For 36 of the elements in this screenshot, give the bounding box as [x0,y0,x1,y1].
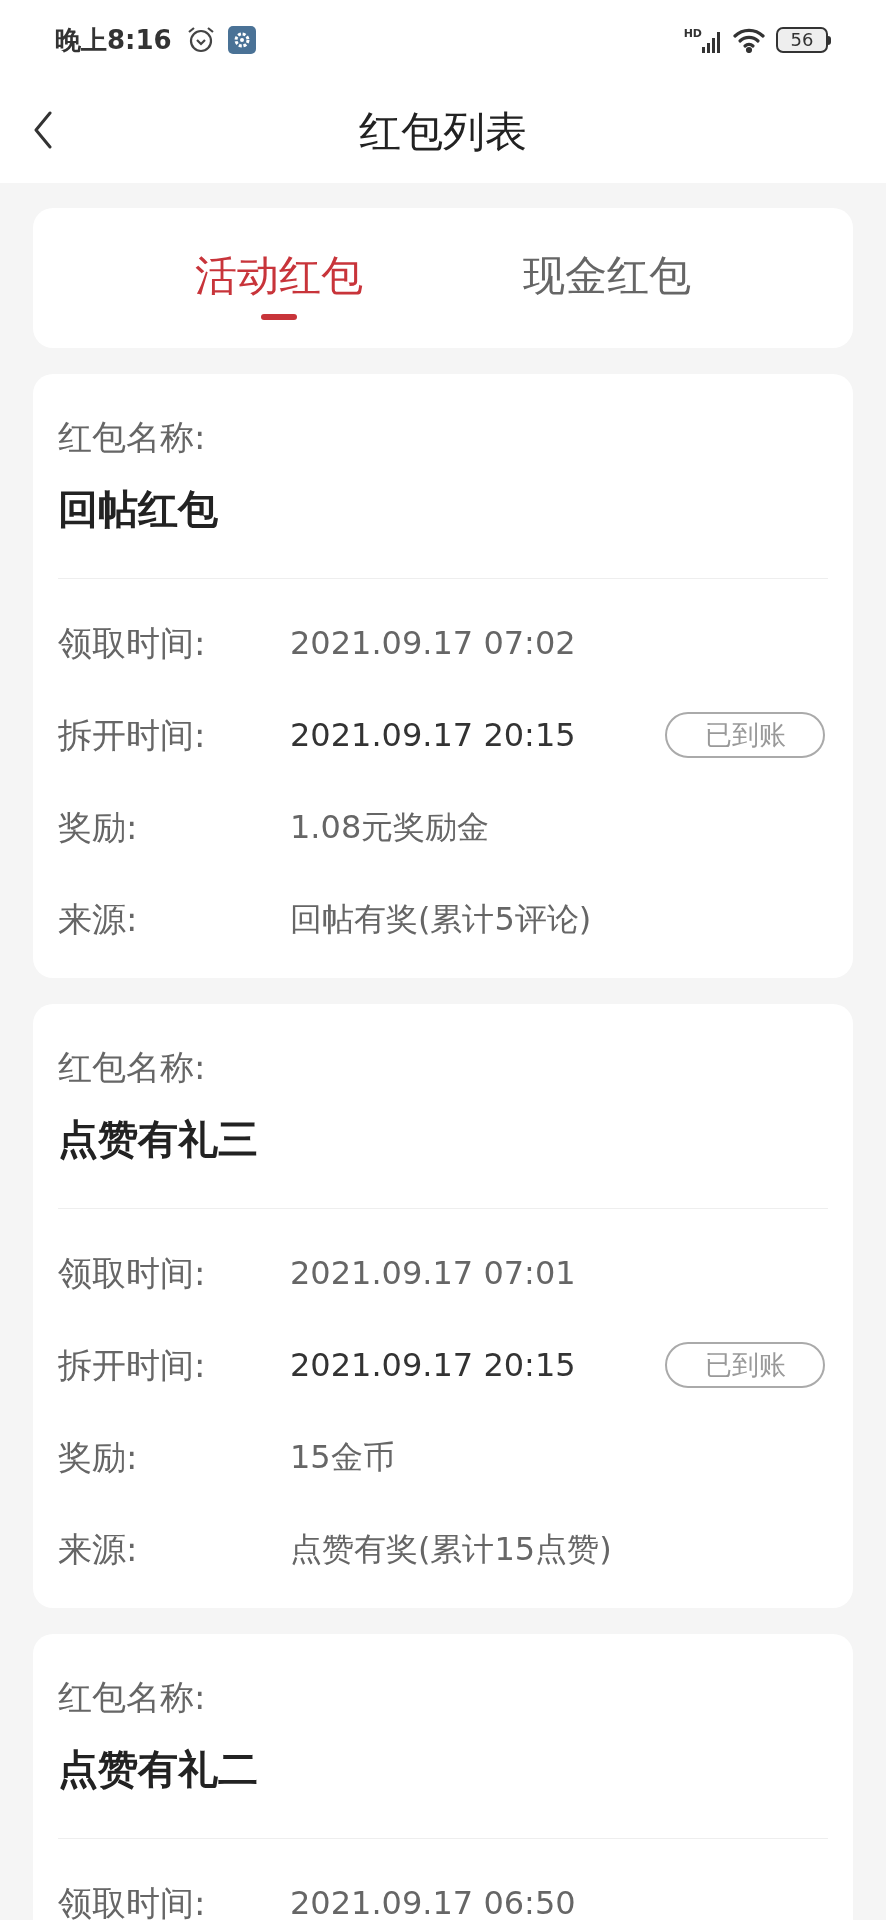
field-value: 回帖有奖(累计5评论) [290,899,592,940]
field-label: 领取时间: [58,621,207,665]
field-value: 2021.09.17 06:50 [290,1883,576,1920]
field-value: 2021.09.17 07:02 [290,623,576,664]
field-value: 2021.09.17 20:15 [290,1345,576,1386]
packet-name: 点赞有礼三 [58,1115,259,1164]
name-label: 红包名称: [58,416,207,459]
field-value: 点赞有奖(累计15点赞) [290,1529,612,1570]
field-label: 来源: [58,897,139,941]
status-badge: 已到账 [665,712,825,758]
status-badge: 已到账 [665,1342,825,1388]
battery-level-text: 56 [790,31,814,49]
field-label: 拆开时间: [58,713,207,757]
network-label: HD [683,27,702,39]
field-label: 奖励: [58,1435,139,1479]
tab-indicator [261,314,297,320]
tab[interactable]: 现金红包 [507,208,707,348]
field-value: 1.08元奖励金 [290,807,490,848]
field-label: 来源: [58,1527,139,1571]
field-value: 15金币 [290,1437,395,1478]
gear-icon [227,26,256,54]
page-title: 红包列表 [359,106,527,158]
name-label: 红包名称: [58,1046,207,1089]
name-label: 红包名称: [58,1676,207,1719]
field-label: 领取时间: [58,1881,207,1920]
field-label: 奖励: [58,805,139,849]
field-label: 拆开时间: [58,1343,207,1387]
field-value: 2021.09.17 07:01 [290,1253,576,1294]
signal-icon [702,30,720,53]
field-value: 2021.09.17 20:15 [290,715,576,756]
status-time: 晚上8:16 [55,23,172,57]
field-label: 领取时间: [58,1251,207,1295]
tab[interactable]: 活动红包 [179,208,379,348]
packet-name: 回帖红包 [58,485,219,534]
wifi-icon [732,27,766,53]
packet-name: 点赞有礼二 [58,1745,259,1794]
